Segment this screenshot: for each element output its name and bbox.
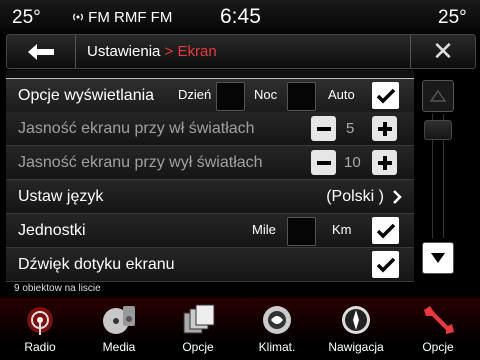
close-icon: ✕ bbox=[432, 36, 454, 66]
day-checkbox[interactable] bbox=[216, 82, 245, 111]
night-checkbox[interactable] bbox=[287, 82, 316, 111]
radio-info: FM RMF FM bbox=[72, 9, 172, 26]
nav-label: Media bbox=[102, 340, 136, 354]
clock: 6:45 bbox=[220, 5, 261, 28]
language-value: (Polski ) bbox=[326, 188, 384, 205]
checkmark-icon bbox=[376, 257, 395, 272]
breadcrumb-current: Ekran bbox=[177, 43, 217, 60]
chevron-right-icon bbox=[393, 190, 402, 204]
media-icon bbox=[103, 306, 135, 334]
increase-button[interactable] bbox=[372, 116, 397, 141]
list-count: 9 obiektow na liscie bbox=[14, 283, 101, 294]
scrollbar[interactable] bbox=[420, 80, 454, 276]
nav-options[interactable]: Opcje bbox=[158, 298, 238, 360]
setting-label: Dźwięk dotyku ekranu bbox=[18, 256, 175, 273]
scroll-thumb[interactable] bbox=[424, 120, 452, 140]
option-night-label: Noc bbox=[254, 87, 278, 102]
setting-brightness-off: Jasność ekranu przy wył światłach 10 bbox=[6, 146, 414, 180]
navigation-icon bbox=[342, 306, 370, 334]
option-day-label: Dzień bbox=[178, 87, 212, 102]
setting-brightness-on: Jasność ekranu przy wł światłach 5 bbox=[6, 112, 414, 146]
option-miles-label: Mile bbox=[252, 222, 276, 237]
back-button[interactable] bbox=[7, 35, 76, 68]
setting-label: Ustaw język bbox=[18, 188, 104, 205]
breadcrumb-separator: > bbox=[164, 43, 174, 60]
nav-media[interactable]: Media bbox=[79, 298, 159, 360]
scroll-down-button[interactable] bbox=[422, 242, 454, 274]
stepper-value: 10 bbox=[344, 154, 361, 171]
plus-icon bbox=[377, 155, 392, 170]
breadcrumb: Ustawienia > Ekran bbox=[87, 43, 217, 60]
nav-label: Klimat. bbox=[258, 340, 296, 354]
antenna-icon bbox=[73, 13, 83, 21]
nav-settings[interactable]: Opcje bbox=[398, 298, 478, 360]
radio-station: FM RMF FM bbox=[88, 9, 173, 26]
setting-display-options[interactable]: Opcje wyświetlania Dzień Noc Auto bbox=[6, 78, 414, 113]
setting-label: Jednostki bbox=[18, 222, 86, 239]
back-arrow-icon bbox=[28, 43, 54, 60]
decrease-button[interactable] bbox=[311, 116, 336, 141]
breadcrumb-parent: Ustawienia bbox=[87, 43, 161, 60]
increase-button[interactable] bbox=[372, 150, 397, 175]
settings-list: Opcje wyświetlania Dzień Noc Auto Jasnoś… bbox=[6, 70, 414, 282]
km-checkbox[interactable] bbox=[372, 217, 399, 244]
temp-left: 25° bbox=[12, 7, 41, 28]
bottom-nav: Radio Media Opcje Klimat. Nawigacja Opcj… bbox=[0, 298, 480, 360]
auto-checkbox[interactable] bbox=[372, 82, 399, 109]
close-button[interactable]: ✕ bbox=[410, 35, 475, 68]
nav-navigation[interactable]: Nawigacja bbox=[316, 298, 396, 360]
option-km-label: Km bbox=[332, 222, 352, 237]
touch-sound-checkbox[interactable] bbox=[372, 251, 399, 278]
nav-label: Radio bbox=[24, 340, 56, 354]
minus-icon bbox=[316, 160, 331, 165]
triangle-down-icon bbox=[431, 253, 445, 263]
decrease-button[interactable] bbox=[311, 150, 336, 175]
triangle-up-icon bbox=[430, 90, 446, 102]
setting-language[interactable]: Ustaw język (Polski ) bbox=[6, 180, 414, 214]
radio-icon bbox=[27, 307, 53, 335]
header-bar: Ustawienia > Ekran ✕ bbox=[6, 34, 476, 69]
miles-checkbox[interactable] bbox=[287, 217, 316, 246]
setting-label: Jasność ekranu przy wył światłach bbox=[18, 154, 263, 171]
status-bar: 25° FM RMF FM 6:45 25° bbox=[0, 0, 480, 34]
temp-right: 25° bbox=[438, 7, 467, 28]
nav-label: Opcje bbox=[422, 340, 454, 354]
setting-label: Jasność ekranu przy wł światłach bbox=[18, 120, 255, 137]
stepper-value: 5 bbox=[346, 120, 355, 137]
climate-icon bbox=[263, 306, 291, 334]
setting-touch-sound[interactable]: Dźwięk dotyku ekranu bbox=[6, 248, 414, 282]
checkmark-icon bbox=[376, 223, 395, 238]
nav-label: Nawigacja bbox=[328, 340, 384, 354]
nav-label: Opcje bbox=[182, 340, 214, 354]
nav-radio[interactable]: Radio bbox=[0, 298, 80, 360]
settings-wrench-icon bbox=[424, 306, 454, 334]
setting-label: Opcje wyświetlania bbox=[18, 87, 155, 104]
scroll-up-button[interactable] bbox=[422, 80, 454, 112]
options-icon bbox=[183, 304, 215, 334]
nav-climate[interactable]: Klimat. bbox=[237, 298, 317, 360]
plus-icon bbox=[377, 121, 392, 136]
option-auto-label: Auto bbox=[328, 87, 355, 102]
setting-units: Jednostki Mile Km bbox=[6, 214, 414, 248]
minus-icon bbox=[316, 126, 331, 131]
checkmark-icon bbox=[376, 88, 395, 103]
